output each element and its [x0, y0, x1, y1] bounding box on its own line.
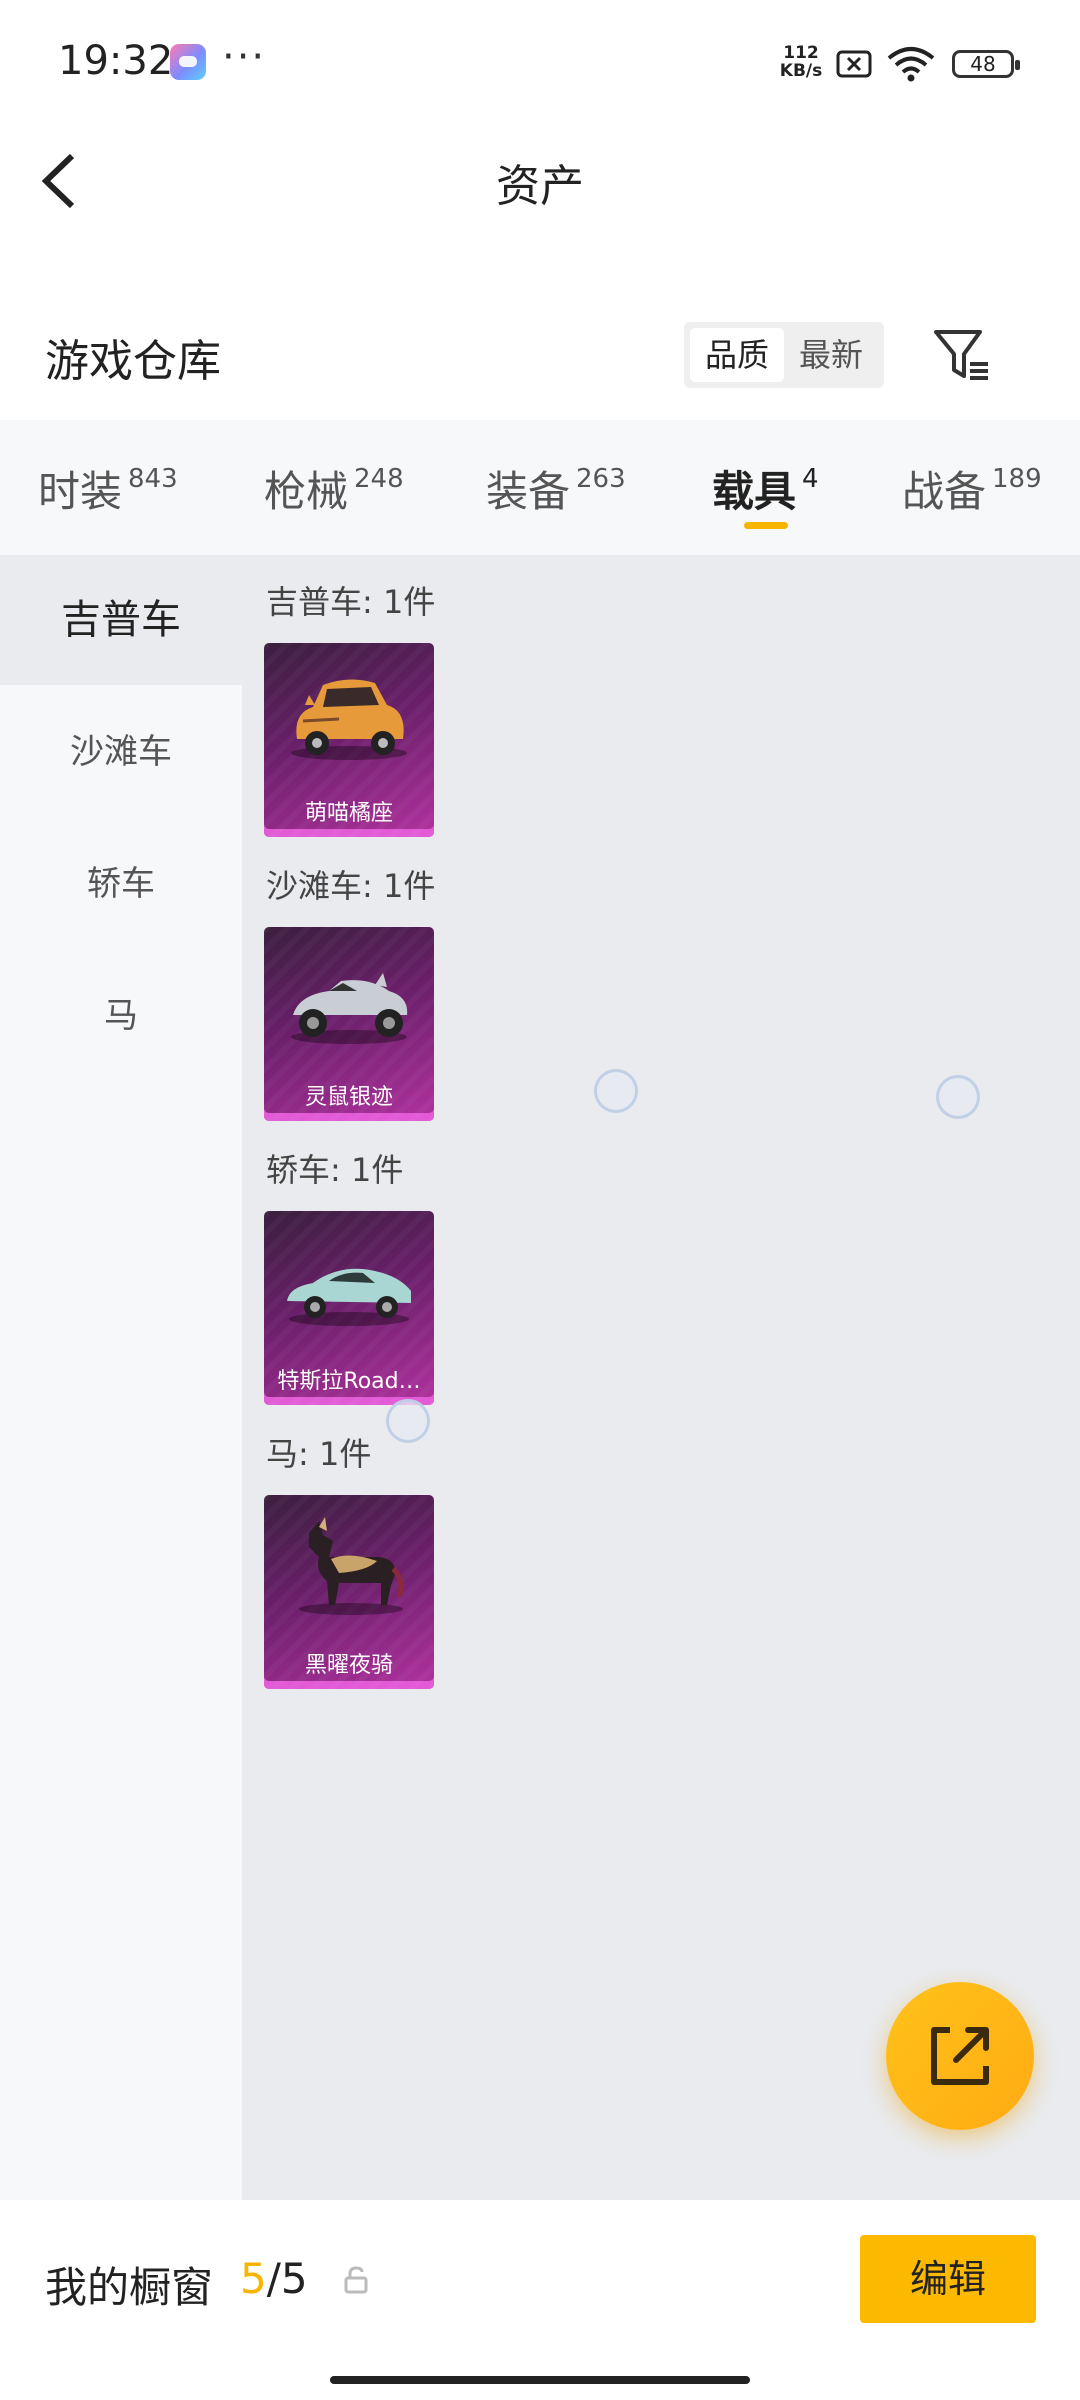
tab-label: 装备 — [486, 467, 571, 516]
warehouse-title: 游戏仓库 — [45, 336, 221, 387]
home-indicator[interactable] — [330, 2376, 750, 2384]
tab-count: 189 — [992, 464, 1042, 494]
item-name: 萌喵橘座 — [304, 801, 393, 826]
tab-count: 263 — [576, 464, 626, 494]
share-external-icon — [931, 2027, 989, 2085]
group-title-buggy: 沙滩车: 1件 — [266, 867, 436, 905]
showcase-count: 5/5 — [240, 2254, 308, 2303]
sidebar-item-buggy[interactable]: 沙滩车 — [0, 687, 242, 817]
horse-mount-image — [299, 1517, 404, 1615]
item-name: 特斯拉Road… — [277, 1369, 421, 1394]
tab-label: 枪械 — [264, 467, 349, 516]
sort-toggle: 品质 最新 — [684, 322, 884, 388]
tab-count: 843 — [128, 464, 178, 494]
tab-firearms[interactable]: 枪械 248 — [264, 458, 404, 518]
sidebar-item-horse[interactable]: 马 — [0, 951, 242, 1081]
share-button[interactable] — [886, 1982, 1034, 2130]
showcase-bar: 我的橱窗 5/5 编辑 — [0, 2200, 1080, 2400]
item-card[interactable]: 萌喵橘座 — [264, 643, 434, 837]
showcase-total: 5 — [280, 2254, 308, 2303]
lock-icon — [344, 2266, 368, 2294]
category-tabs: 时装 843 枪械 248 装备 263 载具 4 战备 189 — [0, 420, 1080, 555]
item-card[interactable]: 特斯拉Road… — [264, 1211, 434, 1405]
tab-supplies[interactable]: 战备 189 — [902, 458, 1042, 518]
tab-count: 248 — [354, 464, 404, 494]
tab-label: 载具 — [712, 467, 797, 516]
jeep-car-image — [291, 679, 407, 760]
sort-option-newest[interactable]: 最新 — [784, 328, 878, 382]
network-speed: 112 KB/s — [776, 44, 826, 80]
tab-vehicles[interactable]: 载具 4 — [712, 458, 819, 518]
vehicle-list: 吉普车: 1件 萌喵橘座 沙滩车: 1件 灵鼠银迹 轿车: 1件 特斯拉Road… — [242, 555, 1080, 2200]
item-card[interactable]: 黑曜夜骑 — [264, 1495, 434, 1689]
status-bar: 19:32 ··· 112 KB/s 48 — [0, 0, 1080, 130]
touch-indicator — [594, 1069, 638, 1113]
filter-icon[interactable] — [930, 322, 996, 388]
tab-label: 战备 — [902, 467, 987, 516]
showcase-current: 5 — [240, 2254, 267, 2303]
status-time: 19:32 — [58, 38, 174, 84]
tab-count: 4 — [802, 464, 819, 494]
more-notifications-icon: ··· — [222, 34, 267, 80]
battery-indicator: 48 — [952, 50, 1020, 78]
tab-fashion[interactable]: 时装 843 — [38, 458, 178, 518]
wifi-icon — [887, 47, 935, 82]
group-title-sedan: 轿车: 1件 — [266, 1151, 404, 1189]
touch-indicator — [386, 1399, 430, 1443]
network-speed-unit: KB/s — [779, 61, 823, 81]
tab-label: 时装 — [38, 467, 123, 516]
game-center-icon — [170, 44, 206, 80]
showcase-label: 我的橱窗 — [45, 2263, 214, 2312]
touch-indicator — [936, 1075, 980, 1119]
active-tab-indicator — [744, 522, 788, 529]
item-name: 灵鼠银迹 — [304, 1085, 393, 1110]
group-title-horse: 马: 1件 — [266, 1435, 372, 1473]
sedan-car-image — [287, 1268, 411, 1326]
item-name: 黑曜夜骑 — [304, 1653, 393, 1678]
edit-button[interactable]: 编辑 — [860, 2235, 1036, 2323]
tab-equipment[interactable]: 装备 263 — [486, 458, 626, 518]
vehicle-type-sidebar: 吉普车 沙滩车 轿车 马 — [0, 555, 242, 2200]
no-sim-icon — [836, 50, 872, 78]
buggy-car-image — [291, 973, 408, 1044]
showcase-separator: / — [266, 2254, 281, 2303]
sort-option-quality[interactable]: 品质 — [690, 328, 784, 382]
network-speed-value: 112 — [783, 43, 819, 63]
sidebar-item-jeep[interactable]: 吉普车 — [0, 555, 242, 685]
sidebar-item-sedan[interactable]: 轿车 — [0, 819, 242, 949]
item-card[interactable]: 灵鼠银迹 — [264, 927, 434, 1121]
group-title-jeep: 吉普车: 1件 — [266, 583, 436, 621]
page-title: 资产 — [496, 161, 584, 212]
